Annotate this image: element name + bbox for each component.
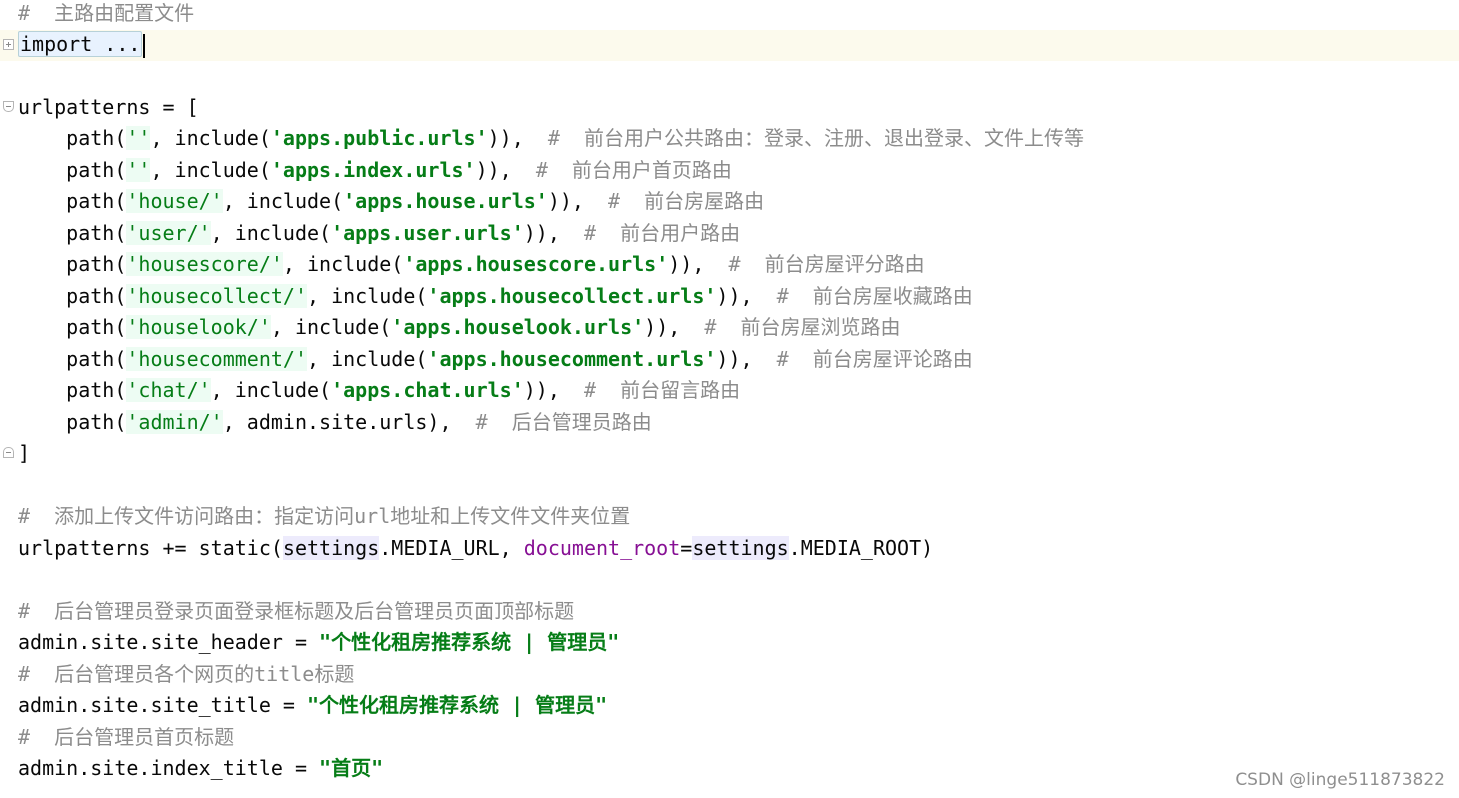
import-line[interactable]: import ... (18, 29, 146, 59)
fold-collapse-icon[interactable] (3, 101, 14, 112)
static-call: urlpatterns += static( (18, 536, 283, 560)
route-comment: # 前台房屋浏览路由 (704, 315, 901, 339)
route-comment: # 前台房屋评分路由 (728, 252, 925, 276)
route-prefix: 'houselook/' (126, 315, 271, 339)
route-include: 'apps.housecollect.urls' (427, 284, 717, 308)
site-header-value: "个性化租房推荐系统 | 管理员" (319, 630, 620, 654)
code-editor[interactable]: # 主路由配置文件 import ... urlpatterns = [ pat… (0, 0, 1459, 798)
site-title-line: admin.site.site_title = "个性化租房推荐系统 | 管理员… (18, 690, 607, 720)
fold-expand-icon[interactable] (3, 39, 14, 50)
route-line: path('', include('apps.index.urls')), # … (18, 158, 732, 182)
text-caret (143, 33, 146, 58)
route-prefix: 'house/' (126, 189, 223, 213)
route-include: 'apps.chat.urls' (331, 378, 524, 402)
index-title-comment: # 后台管理员首页标题 (18, 725, 235, 749)
route-prefix: 'user/' (126, 221, 211, 245)
route-include: 'apps.user.urls' (331, 221, 524, 245)
equals-sign: = (680, 536, 693, 560)
route-comment: # 后台管理员路由 (475, 410, 652, 434)
index-title-line: admin.site.index_title = "首页" (18, 753, 383, 783)
urlpatterns-close: ] (18, 441, 31, 465)
route-prefix: 'admin/' (126, 410, 223, 434)
document-root-param: document_root (523, 536, 681, 560)
fold-end-icon[interactable] (3, 447, 14, 458)
static-comment: # 添加上传文件访问路由：指定访问url地址和上传文件文件夹位置 (18, 504, 631, 528)
route-include: 'apps.houselook.urls' (391, 315, 645, 339)
route-comment: # 前台房屋评论路由 (776, 347, 973, 371)
settings-ref: settings (282, 536, 380, 560)
route-include: 'apps.public.urls' (270, 126, 488, 150)
media-url: .MEDIA_URL, (379, 536, 524, 560)
site-title-value: "个性化租房推荐系统 | 管理员" (306, 693, 608, 717)
route-line: path('chat/', include('apps.chat.urls'))… (18, 378, 741, 402)
static-route-line: urlpatterns += static(settings.MEDIA_URL… (18, 533, 933, 563)
index-title-value: "首页" (319, 756, 384, 780)
route-line: path('housecollect/', include('apps.hous… (18, 284, 973, 308)
route-comment: # 前台留言路由 (583, 378, 741, 402)
route-line: path('user/', include('apps.user.urls'))… (18, 221, 741, 245)
route-comment: # 前台房屋路由 (608, 189, 765, 213)
route-prefix: '' (126, 158, 151, 182)
route-include: 'apps.house.urls' (343, 189, 548, 213)
current-line-highlight (0, 30, 1459, 61)
admin-route-line: path('admin/', admin.site.urls), # 后台管理员… (18, 410, 652, 434)
urlpatterns-open: urlpatterns = [ (18, 95, 199, 119)
route-line: path('housecomment/', include('apps.hous… (18, 347, 973, 371)
route-comment: # 前台用户首页路由 (535, 158, 732, 182)
site-header-assign: admin.site.site_header = (18, 630, 320, 654)
route-line: path('housescore/', include('apps.houses… (18, 252, 925, 276)
media-root: .MEDIA_ROOT) (788, 536, 934, 560)
site-title-assign: admin.site.site_title = (18, 693, 307, 717)
route-prefix: '' (126, 126, 151, 150)
site-header-line: admin.site.site_header = "个性化租房推荐系统 | 管理… (18, 627, 619, 657)
route-include: 'apps.housescore.urls' (403, 252, 669, 276)
route-prefix: 'housescore/' (126, 252, 283, 276)
folded-import[interactable]: import ... (18, 31, 143, 57)
route-prefix: 'housecollect/' (126, 284, 307, 308)
route-include: 'apps.housecomment.urls' (427, 347, 717, 371)
route-comment: # 前台用户公共路由：登录、注册、退出登录、文件上传等 (547, 126, 1084, 150)
route-comment: # 前台用户路由 (583, 221, 741, 245)
route-comment: # 前台房屋收藏路由 (776, 284, 973, 308)
route-line: path('', include('apps.public.urls')), #… (18, 126, 1084, 150)
site-title-comment: # 后台管理员各个网页的title标题 (18, 662, 355, 686)
site-header-comment: # 后台管理员登录页面登录框标题及后台管理员页面顶部标题 (18, 599, 575, 623)
route-line: path('house/', include('apps.house.urls'… (18, 189, 765, 213)
route-target: admin.site.urls (246, 410, 428, 434)
index-title-assign: admin.site.index_title = (18, 756, 320, 780)
route-prefix: 'housecomment/' (126, 347, 307, 371)
file-comment: # 主路由配置文件 (18, 1, 195, 25)
route-include: 'apps.index.urls' (270, 158, 476, 182)
route-prefix: 'chat/' (126, 378, 211, 402)
route-line: path('houselook/', include('apps.houselo… (18, 315, 901, 339)
settings-ref: settings (692, 536, 789, 560)
csdn-watermark: CSDN @linge511873822 (1235, 770, 1445, 790)
